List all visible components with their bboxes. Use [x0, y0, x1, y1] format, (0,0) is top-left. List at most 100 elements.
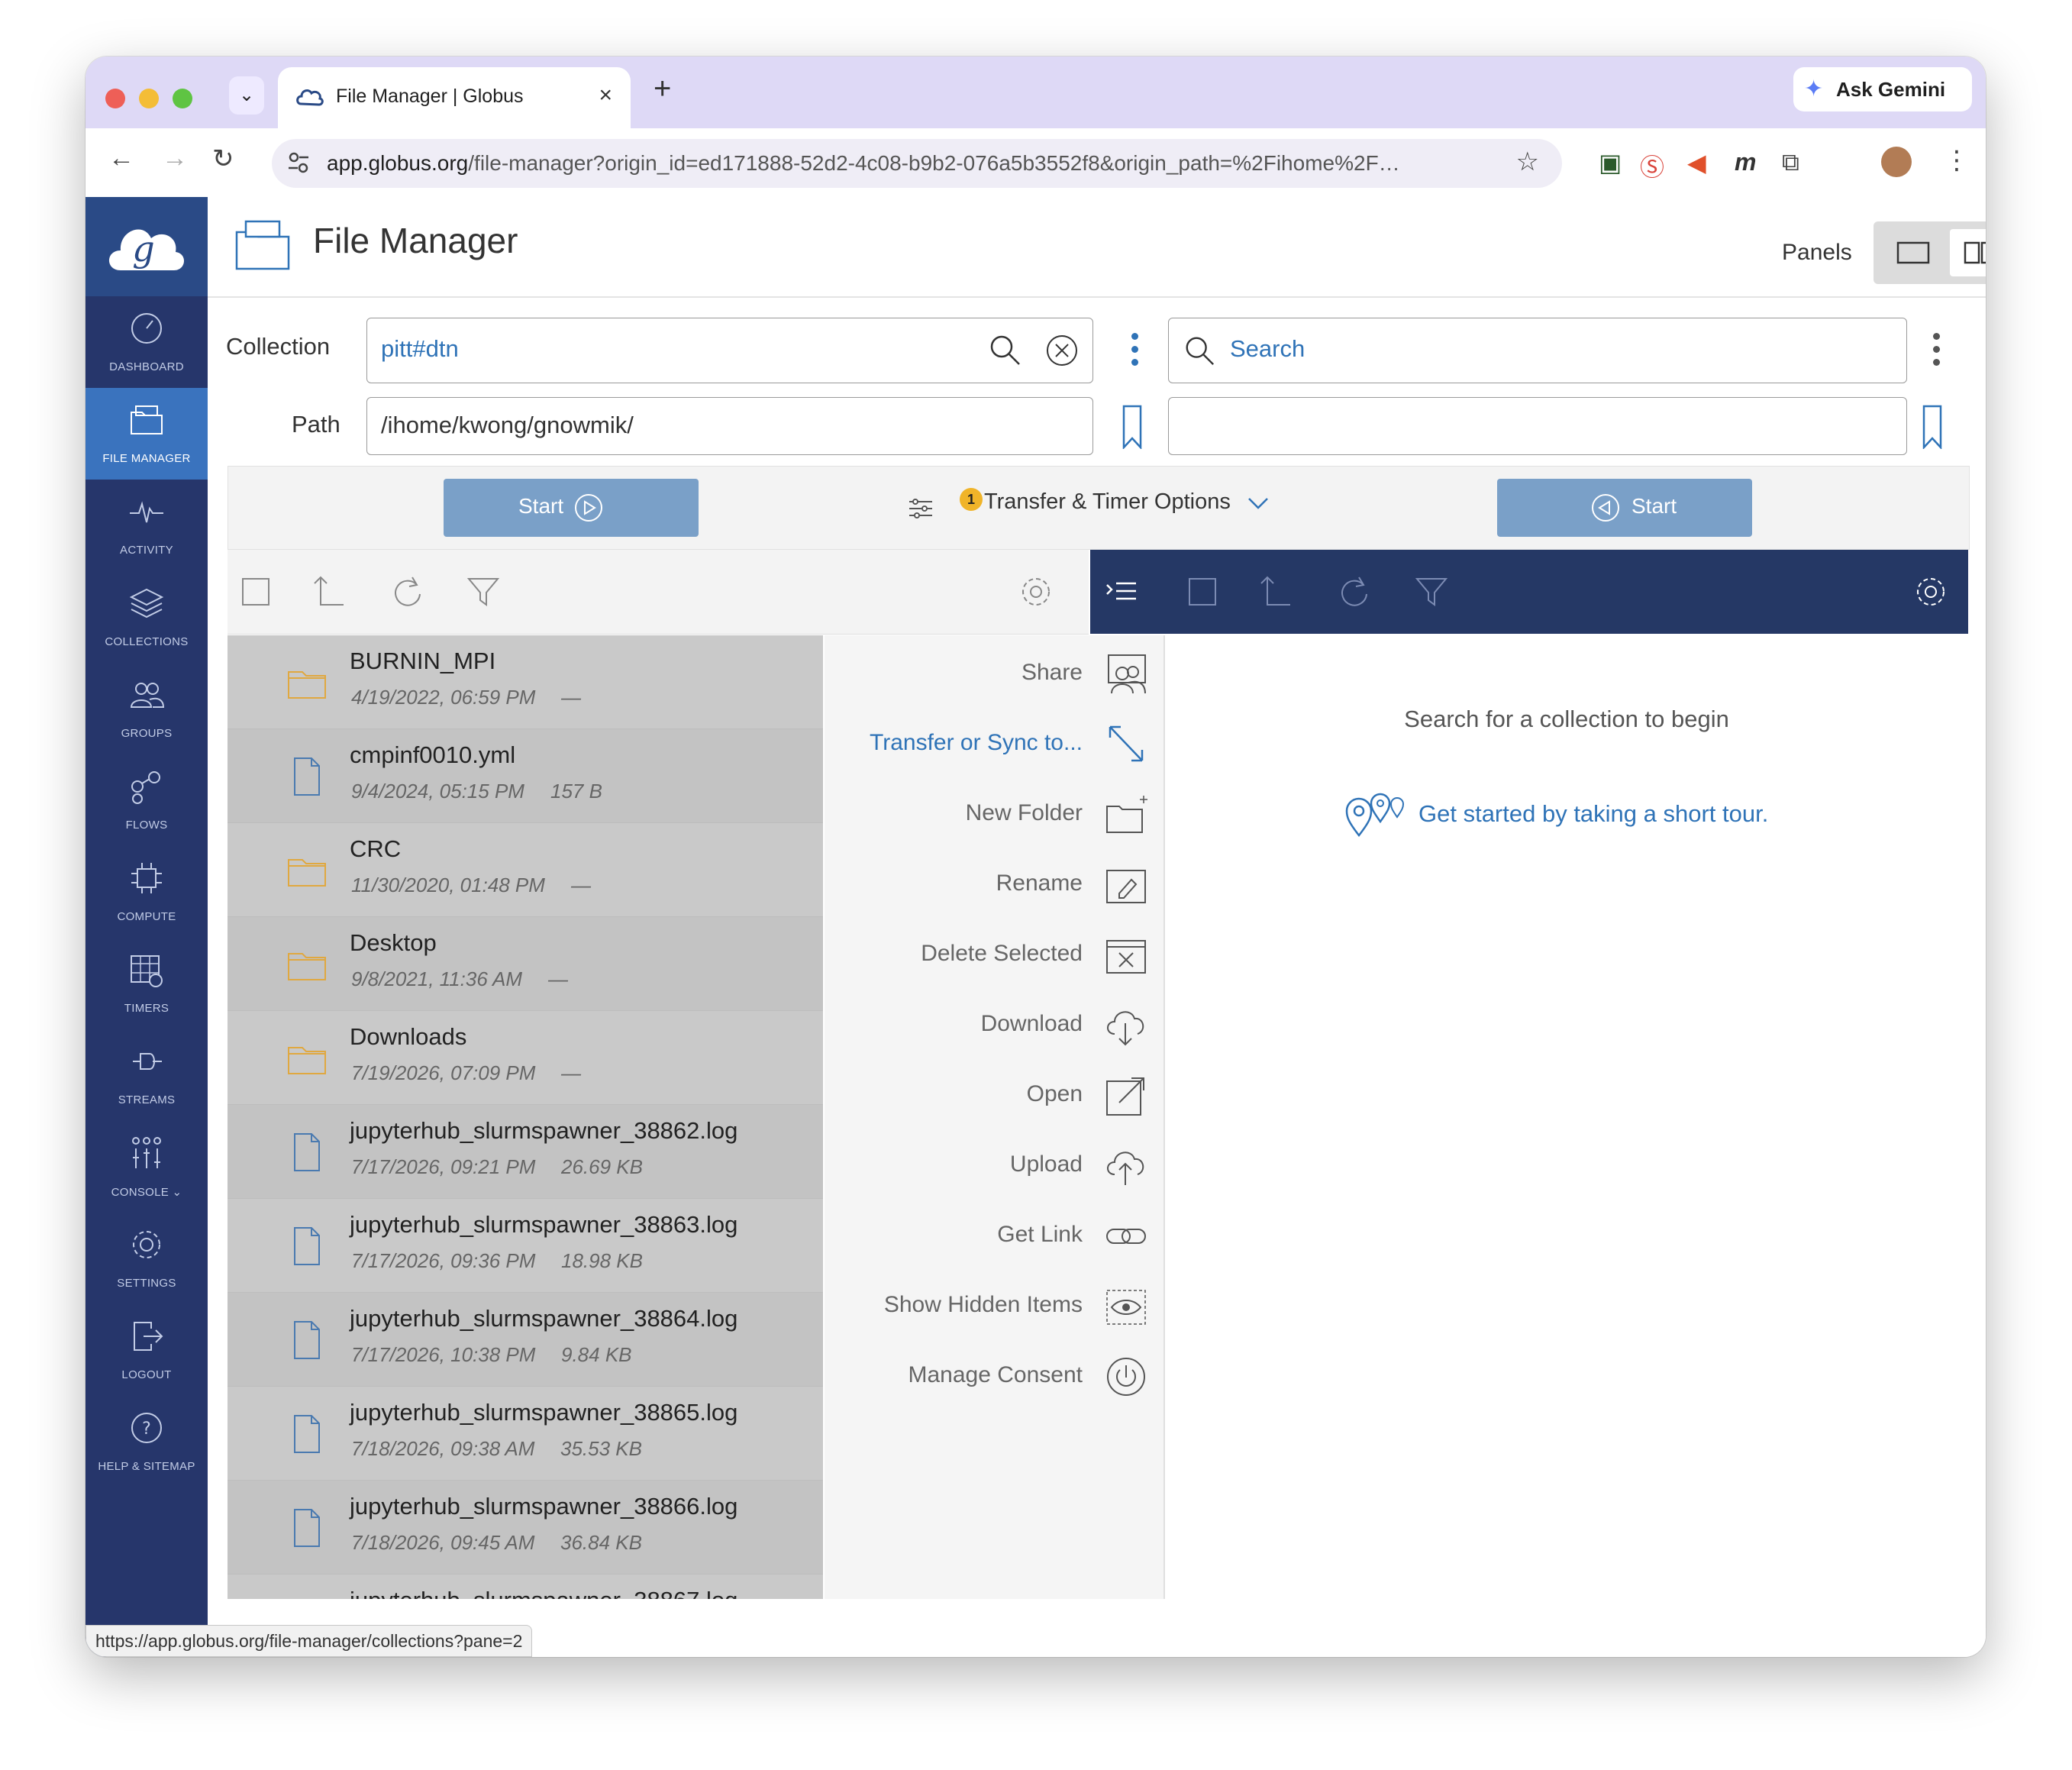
- refresh-icon[interactable]: [1336, 574, 1371, 609]
- forward-arrow-icon[interactable]: →: [162, 144, 188, 173]
- action-label: Upload: [1009, 1151, 1083, 1177]
- reload-icon[interactable]: ↻: [212, 144, 234, 174]
- minimize-window-button[interactable]: [139, 89, 159, 108]
- sidebar-item-settings[interactable]: SETTINGS: [86, 1213, 208, 1304]
- file-row[interactable]: jupyterhub_slurmspawner_38863.log 7/17/20…: [228, 1199, 823, 1293]
- browser-menu-icon[interactable]: ⋮: [1944, 145, 1970, 176]
- action-show-hidden-items[interactable]: Show Hidden Items: [825, 1280, 1163, 1333]
- two-panel-button[interactable]: [1950, 229, 1986, 276]
- single-panel-button[interactable]: [1883, 229, 1944, 276]
- select-all-checkbox-icon[interactable]: [238, 574, 273, 609]
- file-name: jupyterhub_slurmspawner_38863.log: [350, 1211, 738, 1238]
- gear-icon[interactable]: [1913, 574, 1948, 609]
- share-icon: [1108, 654, 1146, 694]
- collection-input-left[interactable]: pitt#dtn: [366, 318, 1093, 383]
- extension-s-icon[interactable]: Ⓢ: [1640, 148, 1664, 183]
- file-date: 4/19/2022, 06:59 PM: [351, 686, 536, 709]
- sidebar-item-logout[interactable]: LOGOUT: [86, 1304, 208, 1396]
- filter-icon[interactable]: [466, 574, 501, 609]
- collection-search-right[interactable]: Search: [1168, 318, 1907, 383]
- file-row[interactable]: BURNIN_MPI 4/19/2022, 06:59 PM —: [228, 635, 823, 729]
- maximize-window-button[interactable]: [173, 89, 192, 108]
- sidebar-item-activity[interactable]: ACTIVITY: [86, 480, 208, 571]
- clear-icon[interactable]: [1045, 334, 1079, 367]
- tour-link[interactable]: Get started by taking a short tour.: [1344, 788, 1802, 841]
- bookmark-icon[interactable]: [1922, 405, 1942, 449]
- bookmark-star-icon[interactable]: ☆: [1516, 147, 1539, 177]
- tab-close-icon[interactable]: ×: [599, 82, 612, 108]
- extension-m-icon[interactable]: m: [1735, 148, 1756, 176]
- action-rename[interactable]: Rename: [825, 858, 1163, 912]
- action-share[interactable]: Share: [825, 648, 1163, 701]
- sidebar-item-collections[interactable]: COLLECTIONS: [86, 571, 208, 663]
- transfer-options-toggle[interactable]: Transfer & Timer Options: [984, 489, 1269, 515]
- action-new-folder[interactable]: New Folder: [825, 788, 1163, 841]
- close-window-button[interactable]: [105, 89, 125, 108]
- up-folder-icon[interactable]: [311, 574, 347, 609]
- flows-icon: [131, 771, 160, 804]
- sidebar-item-label: COMPUTE: [117, 910, 176, 923]
- sidebar-item-file-manager[interactable]: FILE MANAGER: [86, 388, 208, 480]
- filter-icon[interactable]: [1414, 574, 1449, 609]
- back-arrow-icon[interactable]: ←: [108, 144, 134, 173]
- extension-terminal-icon[interactable]: ▣: [1599, 148, 1622, 177]
- file-row[interactable]: jupyterhub_slurmspawner_38865.log 7/18/20…: [228, 1387, 823, 1481]
- globus-logo[interactable]: g: [86, 197, 208, 296]
- file-row[interactable]: jupyterhub_slurmspawner_38867.log7/18/20…: [228, 1575, 823, 1599]
- play-circle-icon: [575, 494, 602, 522]
- extensions-puzzle-icon[interactable]: ⧉: [1782, 148, 1799, 177]
- address-bar[interactable]: app.globus.org/file-manager?origin_id=ed…: [272, 139, 1562, 188]
- site-info-icon[interactable]: [287, 150, 310, 176]
- search-icon[interactable]: [987, 332, 1022, 367]
- left-options-kebab-icon[interactable]: [1131, 333, 1139, 372]
- sidebar-item-flows[interactable]: FLOWS: [86, 754, 208, 846]
- bookmark-icon[interactable]: [1122, 405, 1142, 449]
- new-tab-button[interactable]: +: [654, 72, 671, 106]
- collapse-menu-icon[interactable]: [1104, 574, 1139, 609]
- file-row[interactable]: jupyterhub_slurmspawner_38862.log 7/17/20…: [228, 1105, 823, 1199]
- sidebar-item-compute[interactable]: COMPUTE: [86, 846, 208, 938]
- sidebar-item-label: HELP & SITEMAP: [98, 1460, 195, 1473]
- file-row[interactable]: jupyterhub_slurmspawner_38864.log 7/17/20…: [228, 1293, 823, 1387]
- right-options-kebab-icon[interactable]: [1933, 333, 1941, 372]
- gear-icon[interactable]: [1018, 574, 1054, 609]
- refresh-icon[interactable]: [389, 574, 424, 609]
- profile-avatar[interactable]: [1881, 147, 1912, 177]
- sidebar-item-label: ACTIVITY: [120, 544, 173, 557]
- action-get-link[interactable]: Get Link: [825, 1210, 1163, 1263]
- file-row[interactable]: cmpinf0010.yml 9/4/2024, 05:15 PM 157 B: [228, 729, 823, 823]
- sidebar-item-help[interactable]: ? HELP & SITEMAP: [86, 1396, 208, 1487]
- file-row[interactable]: CRC 11/30/2020, 01:48 PM —: [228, 823, 823, 917]
- ask-gemini-button[interactable]: ✦ Ask Gemini: [1793, 67, 1972, 111]
- file-row[interactable]: Downloads 7/19/2026, 07:09 PM —: [228, 1011, 823, 1105]
- sidebar: g DASHBOARD FILE MANAGER ACTIVITY COLLEC…: [86, 197, 208, 1657]
- collections-icon: [129, 588, 164, 619]
- start-transfer-left-button[interactable]: Start: [444, 479, 699, 537]
- action-transfer-or-sync-to[interactable]: Transfer or Sync to...: [825, 718, 1163, 771]
- action-manage-consent[interactable]: Manage Consent: [825, 1350, 1163, 1403]
- action-delete-selected[interactable]: Delete Selected: [825, 929, 1163, 982]
- sidebar-item-streams[interactable]: STREAMS: [86, 1029, 208, 1121]
- file-row[interactable]: Desktop 9/8/2021, 11:36 AM —: [228, 917, 823, 1011]
- file-row[interactable]: jupyterhub_slurmspawner_38866.log 7/18/20…: [228, 1481, 823, 1575]
- action-upload[interactable]: Upload: [825, 1139, 1163, 1193]
- sidebar-item-groups[interactable]: GROUPS: [86, 663, 208, 754]
- action-label: Share: [1021, 660, 1083, 685]
- action-download[interactable]: Download: [825, 999, 1163, 1052]
- file-size: 18.98 KB: [561, 1249, 643, 1272]
- start-transfer-right-button[interactable]: Start: [1497, 479, 1752, 537]
- sidebar-item-label: CONSOLE ⌄: [86, 1185, 208, 1199]
- browser-tab[interactable]: File Manager | Globus ×: [278, 67, 631, 128]
- extension-megaphone-icon[interactable]: ◀: [1687, 148, 1706, 177]
- path-input-left[interactable]: /ihome/kwong/gnowmik/: [366, 397, 1093, 455]
- sidebar-item-timers[interactable]: TIMERS: [86, 938, 208, 1029]
- tab-search-chevron-icon[interactable]: ⌄: [229, 76, 264, 115]
- up-folder-icon[interactable]: [1258, 574, 1293, 609]
- action-open[interactable]: Open: [825, 1069, 1163, 1122]
- path-input-right[interactable]: [1168, 397, 1907, 455]
- file-icon: [294, 1321, 320, 1359]
- sidebar-item-dashboard[interactable]: DASHBOARD: [86, 296, 208, 388]
- ask-gemini-label: Ask Gemini: [1836, 78, 1946, 101]
- sidebar-item-console[interactable]: CONSOLE ⌄: [86, 1121, 208, 1213]
- select-all-checkbox-icon[interactable]: [1185, 574, 1220, 609]
